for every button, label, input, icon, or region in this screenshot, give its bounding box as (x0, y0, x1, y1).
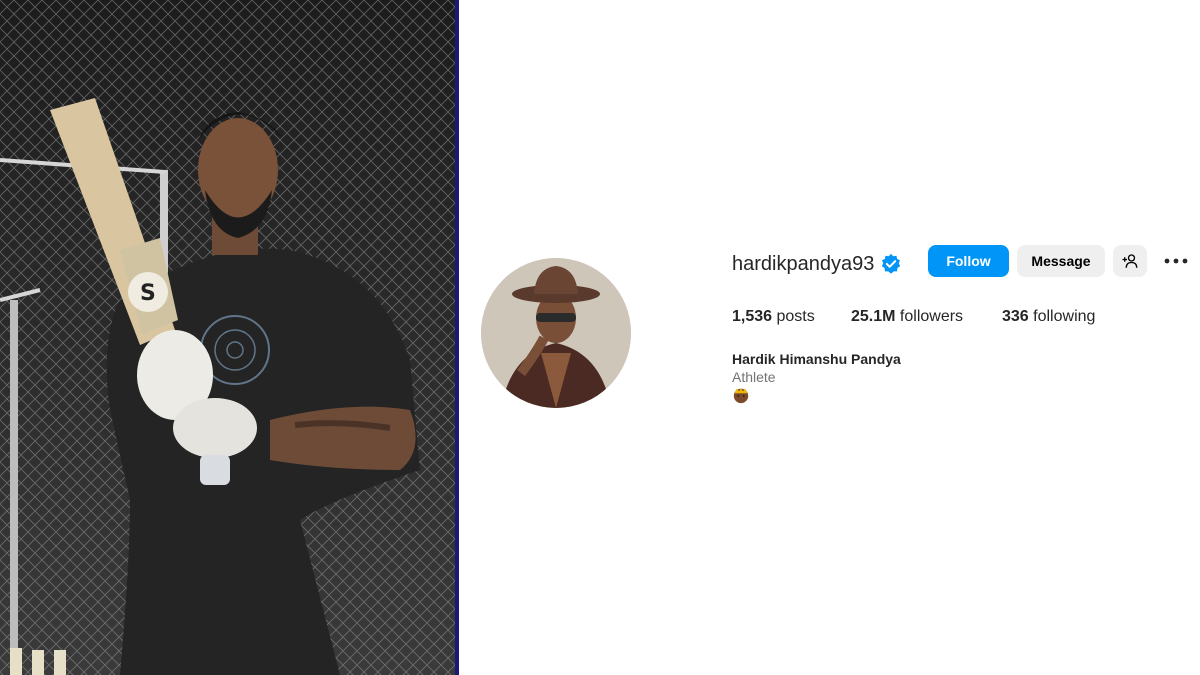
posts-stat: 1,536 posts (732, 308, 815, 326)
profile-username: hardikpandya93 (732, 253, 875, 275)
posts-count: 1,536 (732, 308, 773, 325)
profile-category: Athlete (732, 369, 776, 385)
followers-label: followers (899, 308, 964, 325)
crown-emoji-icon (733, 387, 749, 404)
player-photo-illustration: S (0, 0, 455, 675)
avatar-image (481, 258, 631, 408)
profile-full-name: Hardik Himanshu Pandya (732, 351, 901, 367)
follow-button[interactable]: Follow (928, 245, 1009, 277)
followers-count: 25.1M (851, 308, 896, 325)
image-divider (455, 0, 459, 675)
message-button[interactable]: Message (1017, 245, 1105, 277)
following-stat[interactable]: 336 following (1002, 308, 1095, 326)
following-label: following (1033, 308, 1096, 325)
suggested-users-button[interactable] (1113, 245, 1147, 277)
add-person-icon (1122, 254, 1138, 268)
posts-label: posts (776, 308, 815, 325)
svg-text:S: S (140, 281, 156, 306)
profile-avatar[interactable] (481, 258, 631, 408)
followers-stat[interactable]: 25.1M followers (851, 308, 963, 326)
more-options-icon (1164, 258, 1188, 264)
more-options-button[interactable] (1160, 250, 1192, 272)
player-photo: S (0, 0, 455, 675)
verified-badge-icon (881, 253, 901, 274)
following-count: 336 (1002, 308, 1029, 325)
